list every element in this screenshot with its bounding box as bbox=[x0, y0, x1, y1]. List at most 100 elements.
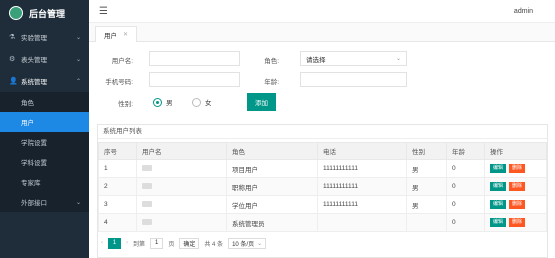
chevron-down-icon: ⌄ bbox=[395, 56, 401, 62]
cell-role: 职称用户 bbox=[226, 177, 318, 196]
cell-phone: 11111111111 bbox=[317, 195, 407, 214]
cell-actions: 编辑 删除 bbox=[484, 195, 547, 214]
add-button[interactable]: 添加 bbox=[247, 93, 276, 111]
user-menu[interactable]: admin bbox=[514, 8, 533, 15]
tab-bar: 用户 ✕ bbox=[89, 23, 555, 42]
cell-role: 学位用户 bbox=[226, 195, 318, 214]
col-header-phone: 电话 bbox=[317, 142, 407, 160]
role-label: 角色: bbox=[264, 58, 279, 65]
chevron-down-icon: ⌄ bbox=[75, 56, 81, 63]
cell-username bbox=[136, 213, 227, 232]
user-table: 序号 用户名 角色 电话 性别 年龄 操作 1 项目用户 11111111111… bbox=[98, 142, 547, 232]
radio-unchecked-icon bbox=[192, 97, 201, 107]
age-input[interactable] bbox=[300, 72, 407, 87]
edit-button[interactable]: 编辑 bbox=[490, 200, 507, 209]
cell-role: 项目用户 bbox=[226, 159, 318, 178]
cell-phone: 11111111111 bbox=[317, 159, 407, 178]
users-icon: 👤 bbox=[9, 78, 18, 85]
menu-item-experiment[interactable]: ⚗ 实验管理 ⌄ bbox=[0, 26, 89, 48]
settings-icon: ⚙ bbox=[9, 56, 16, 63]
cell-gender: 男 bbox=[406, 195, 447, 214]
sidebar-item-roles[interactable]: 角色 bbox=[0, 92, 89, 112]
table-row: 1 项目用户 11111111111 男 0 编辑 删除 bbox=[98, 159, 547, 178]
cell-actions: 编辑 删除 bbox=[484, 213, 547, 232]
menu-item-system[interactable]: 👤 系统管理 ⌃ bbox=[0, 70, 89, 92]
gender-label: 性别: bbox=[118, 101, 133, 108]
sidebar-item-college[interactable]: 学院设置 bbox=[0, 132, 89, 152]
cell-age: 0 bbox=[446, 213, 485, 232]
phone-label: 手机号码: bbox=[105, 79, 133, 86]
col-header-actions: 操作 bbox=[484, 142, 547, 160]
brand: 后台管理 bbox=[0, 0, 89, 26]
tab-label: 用户 bbox=[104, 32, 117, 40]
topbar: ☰ admin bbox=[89, 0, 555, 23]
sidebar-item-discipline[interactable]: 学科设置 bbox=[0, 152, 89, 172]
cell-no: 2 bbox=[98, 177, 137, 196]
close-icon[interactable]: ✕ bbox=[123, 31, 128, 38]
edit-button[interactable]: 编辑 bbox=[490, 218, 507, 227]
cell-gender: 男 bbox=[406, 177, 447, 196]
cell-age: 0 bbox=[446, 159, 485, 178]
cell-gender: 男 bbox=[406, 159, 447, 178]
age-label: 年龄: bbox=[264, 79, 279, 86]
page-size-select[interactable]: 10 条/页 ⌄ bbox=[228, 237, 267, 249]
redacted-username bbox=[142, 200, 152, 207]
table-row: 4 系统管理员 0 编辑 删除 bbox=[98, 213, 547, 232]
cell-username bbox=[136, 177, 227, 196]
username-input[interactable] bbox=[149, 51, 240, 66]
delete-button[interactable]: 删除 bbox=[509, 200, 526, 209]
main-content: 用户名: 角色: 请选择 ⌄ 手机号码: 年龄: 性别: 男 女 添加 系统用户… bbox=[89, 42, 555, 258]
menu-toggle-icon[interactable]: ☰ bbox=[99, 6, 108, 17]
role-select[interactable]: 请选择 ⌄ bbox=[300, 51, 407, 66]
cell-actions: 编辑 删除 bbox=[484, 177, 547, 196]
tab-users[interactable]: 用户 ✕ bbox=[95, 26, 138, 42]
flask-icon: ⚗ bbox=[9, 34, 16, 41]
page-input[interactable]: 1 bbox=[150, 237, 164, 249]
gender-radio-male[interactable]: 男 bbox=[153, 97, 173, 107]
delete-button[interactable]: 删除 bbox=[509, 218, 526, 227]
cell-gender bbox=[406, 213, 447, 232]
menu-label: 系统管理 bbox=[21, 79, 47, 86]
page-current[interactable]: 1 bbox=[108, 237, 121, 249]
username-label: 用户名: bbox=[111, 58, 133, 65]
sidebar-item-experts[interactable]: 专家库 bbox=[0, 172, 89, 192]
col-header-no: 序号 bbox=[98, 142, 137, 160]
delete-button[interactable]: 删除 bbox=[509, 164, 526, 173]
cell-age: 0 bbox=[446, 177, 485, 196]
role-select-value: 请选择 bbox=[306, 56, 326, 64]
cell-phone: 11111111111 bbox=[317, 177, 407, 196]
phone-input[interactable] bbox=[149, 72, 240, 87]
page-confirm-button[interactable]: 确定 bbox=[179, 237, 200, 249]
sidebar-item-users[interactable]: 用户 bbox=[0, 112, 89, 132]
menu-label: 实验管理 bbox=[21, 35, 47, 42]
edit-button[interactable]: 编辑 bbox=[490, 182, 507, 191]
submenu-system: 角色 用户 学院设置 学科设置 专家库 外部接口 ⌄ bbox=[0, 92, 89, 212]
cell-role: 系统管理员 bbox=[226, 213, 318, 232]
chevron-down-icon: ⌄ bbox=[75, 34, 81, 41]
gender-radio-female[interactable]: 女 bbox=[192, 97, 212, 107]
col-header-username: 用户名 bbox=[136, 142, 227, 160]
menu-item-header[interactable]: ⚙ 表头管理 ⌄ bbox=[0, 48, 89, 70]
chevron-down-icon: ⌄ bbox=[75, 199, 81, 206]
next-page-icon[interactable]: › bbox=[126, 240, 128, 246]
female-label: 女 bbox=[205, 100, 212, 107]
chevron-down-icon: ⌄ bbox=[257, 240, 263, 247]
cell-phone bbox=[317, 213, 407, 232]
col-header-gender: 性别 bbox=[406, 142, 447, 160]
col-header-age: 年龄 bbox=[446, 142, 485, 160]
cell-no: 3 bbox=[98, 195, 137, 214]
edit-button[interactable]: 编辑 bbox=[490, 164, 507, 173]
sidebar-item-label: 外部接口 bbox=[21, 200, 47, 207]
prev-page-icon[interactable]: ‹ bbox=[101, 240, 103, 246]
redacted-username bbox=[142, 164, 152, 171]
redacted-username bbox=[142, 182, 152, 189]
male-label: 男 bbox=[166, 100, 173, 107]
goto-label: 到第 bbox=[133, 241, 146, 248]
total-count: 共 4 条 bbox=[204, 241, 224, 248]
delete-button[interactable]: 删除 bbox=[509, 182, 526, 191]
page-size-value: 10 条/页 bbox=[232, 241, 255, 248]
cell-actions: 编辑 删除 bbox=[484, 159, 547, 178]
menu-label: 表头管理 bbox=[21, 57, 47, 64]
cell-no: 1 bbox=[98, 159, 137, 178]
sidebar-item-api[interactable]: 外部接口 ⌄ bbox=[0, 192, 89, 212]
